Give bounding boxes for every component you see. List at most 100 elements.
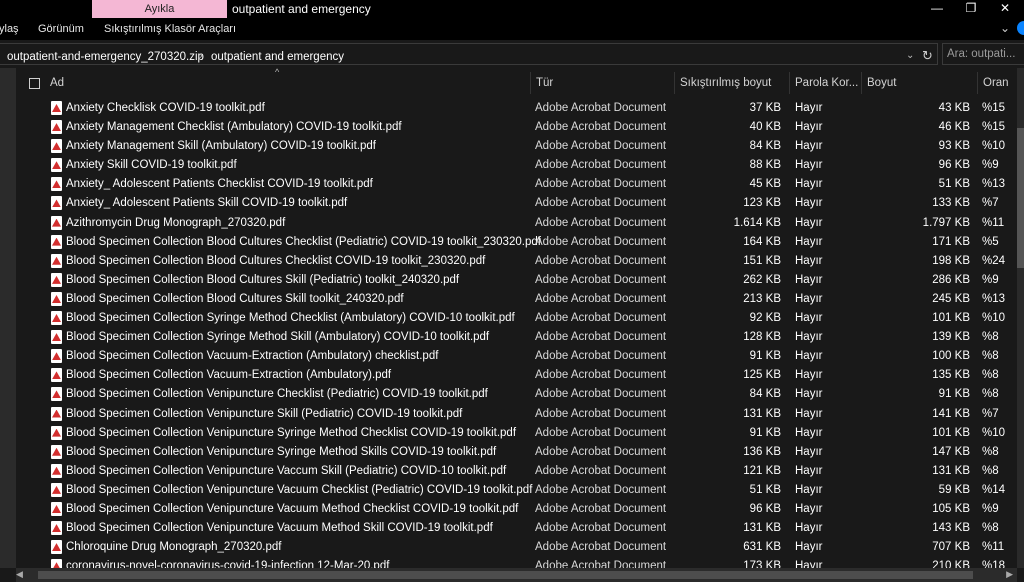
file-size: 1.797 KB	[922, 216, 970, 229]
scroll-right-icon[interactable]: ▶	[1006, 569, 1013, 580]
file-type: Adobe Acrobat Document	[535, 464, 667, 477]
table-row[interactable]: Blood Specimen Collection Blood Cultures…	[16, 290, 1017, 309]
file-type: Adobe Acrobat Document	[535, 216, 667, 229]
table-row[interactable]: Blood Specimen Collection Vacuum-Extract…	[16, 347, 1017, 366]
file-type: Adobe Acrobat Document	[535, 140, 667, 153]
file-name: Blood Specimen Collection Blood Cultures…	[66, 235, 541, 248]
file-ratio: %8	[982, 522, 999, 535]
minimize-icon[interactable]: —	[920, 0, 954, 18]
table-row[interactable]: Blood Specimen Collection Venipuncture V…	[16, 500, 1017, 519]
help-icon[interactable]	[1017, 21, 1024, 35]
address-dropdown-icon[interactable]: ⌄	[906, 50, 914, 61]
file-password-protected: Hayır	[795, 445, 823, 458]
tab-view[interactable]: Görünüm	[38, 22, 84, 36]
pdf-file-icon	[51, 120, 62, 135]
file-type: Adobe Acrobat Document	[535, 522, 667, 535]
file-size: 100 KB	[932, 350, 970, 363]
table-row[interactable]: Blood Specimen Collection Blood Cultures…	[16, 233, 1017, 252]
column-header-name[interactable]: Ad	[45, 72, 529, 94]
table-row[interactable]: Anxiety_ Adolescent Patients Checklist C…	[16, 175, 1017, 194]
file-password-protected: Hayır	[795, 407, 823, 420]
table-row[interactable]: Anxiety Checklisk COVID-19 toolkit.pdf Ad…	[16, 99, 1017, 118]
window-title: outpatient and emergency	[232, 2, 371, 16]
table-row[interactable]: Azithromycin Drug Monograph_270320.pdf Ad…	[16, 214, 1017, 233]
file-compressed-size: 1.614 KB	[733, 216, 781, 229]
file-size: 43 KB	[938, 102, 970, 114]
table-row[interactable]: Blood Specimen Collection Venipuncture S…	[16, 405, 1017, 424]
tab-compressed-folder-tools[interactable]: Sıkıştırılmış Klasör Araçları	[104, 22, 236, 36]
file-name: Blood Specimen Collection Blood Cultures…	[66, 273, 460, 286]
tab-share[interactable]: ylaş	[0, 22, 19, 36]
ribbon-tabs: ylaş Görünüm Sıkıştırılmış Klasör Araçla…	[0, 18, 1024, 40]
table-row[interactable]: Blood Specimen Collection Syringe Method…	[16, 328, 1017, 347]
table-row[interactable]: Anxiety Management Skill (Ambulatory) CO…	[16, 137, 1017, 156]
refresh-icon[interactable]: ↻	[922, 48, 933, 64]
column-header-password[interactable]: Parola Kor...	[789, 72, 861, 94]
table-row[interactable]: Blood Specimen Collection Blood Cultures…	[16, 271, 1017, 290]
table-row[interactable]: Blood Specimen Collection Venipuncture V…	[16, 481, 1017, 500]
file-compressed-size: 121 KB	[743, 464, 781, 477]
file-password-protected: Hayır	[795, 426, 823, 439]
table-row[interactable]: Blood Specimen Collection Venipuncture C…	[16, 385, 1017, 404]
file-ratio: %24	[982, 254, 1006, 267]
column-header-compressed-size[interactable]: Sıkıştırılmış boyut	[674, 72, 789, 94]
table-row[interactable]: Blood Specimen Collection Venipuncture S…	[16, 443, 1017, 462]
file-ratio: %14	[982, 483, 1006, 496]
table-row[interactable]: Anxiety_ Adolescent Patients Skill COVID…	[16, 194, 1017, 213]
table-row[interactable]: Blood Specimen Collection Venipuncture S…	[16, 424, 1017, 443]
breadcrumb-zip[interactable]: outpatient-and-emergency_270320.zip	[7, 50, 204, 64]
table-row[interactable]: Blood Specimen Collection Vacuum-Extract…	[16, 366, 1017, 385]
tab-extract-context[interactable]: Ayıkla	[92, 0, 227, 18]
scroll-left-icon[interactable]: ◀	[16, 569, 23, 580]
column-header-type[interactable]: Tür	[530, 72, 674, 94]
search-box[interactable]	[942, 43, 1024, 65]
ribbon-expand-icon[interactable]: ⌄	[1000, 21, 1010, 35]
file-compressed-size: 164 KB	[743, 235, 781, 248]
file-compressed-size: 84 KB	[749, 388, 781, 401]
file-password-protected: Hayır	[795, 522, 823, 535]
pdf-file-icon	[51, 349, 62, 364]
horizontal-scrollbar[interactable]: ◀ ▶	[16, 568, 1017, 582]
file-password-protected: Hayır	[795, 541, 823, 554]
vertical-scrollbar[interactable]	[1017, 68, 1024, 568]
file-size: 101 KB	[932, 312, 970, 325]
file-ratio: %5	[982, 235, 999, 248]
address-bar[interactable]: outpatient-and-emergency_270320.zip › ou…	[0, 43, 938, 65]
file-ratio: %13	[982, 292, 1006, 305]
vertical-scroll-thumb[interactable]	[1017, 128, 1024, 268]
file-password-protected: Hayır	[795, 350, 823, 363]
file-type: Adobe Acrobat Document	[535, 541, 667, 554]
horizontal-scroll-thumb[interactable]	[38, 571, 973, 579]
file-password-protected: Hayır	[795, 292, 823, 305]
file-password-protected: Hayır	[795, 369, 823, 382]
breadcrumb-separator-icon[interactable]: ›	[199, 50, 203, 62]
restore-icon[interactable]: ❐	[954, 0, 988, 18]
file-name: Blood Specimen Collection Venipuncture V…	[66, 522, 493, 535]
file-type: Adobe Acrobat Document	[535, 426, 667, 439]
address-row: outpatient-and-emergency_270320.zip › ou…	[0, 40, 1024, 68]
file-compressed-size: 213 KB	[743, 292, 781, 305]
table-row[interactable]: Chloroquine Drug Monograph_270320.pdf Ado…	[16, 538, 1017, 557]
table-row[interactable]: Blood Specimen Collection Syringe Method…	[16, 309, 1017, 328]
breadcrumb-folder[interactable]: outpatient and emergency	[211, 50, 344, 64]
select-all-checkbox[interactable]	[29, 78, 40, 89]
table-row[interactable]: Blood Specimen Collection Venipuncture V…	[16, 519, 1017, 538]
file-compressed-size: 131 KB	[743, 522, 781, 535]
table-row[interactable]: Anxiety Skill COVID-19 toolkit.pdf Adobe …	[16, 156, 1017, 175]
file-type: Adobe Acrobat Document	[535, 445, 667, 458]
column-header-size[interactable]: Boyut	[861, 72, 977, 94]
search-input[interactable]	[943, 44, 1024, 64]
table-row[interactable]: Blood Specimen Collection Blood Cultures…	[16, 252, 1017, 271]
pdf-file-icon	[51, 387, 62, 402]
pdf-file-icon	[51, 234, 62, 249]
file-name: Blood Specimen Collection Vacuum-Extract…	[66, 369, 392, 382]
column-header-ratio[interactable]: Oran	[977, 72, 1017, 94]
file-name: Anxiety Checklisk COVID-19 toolkit.pdf	[66, 102, 265, 114]
file-size: 101 KB	[932, 426, 970, 439]
file-type: Adobe Acrobat Document	[535, 369, 667, 382]
file-password-protected: Hayır	[795, 312, 823, 325]
table-row[interactable]: Blood Specimen Collection Venipuncture V…	[16, 462, 1017, 481]
close-icon[interactable]: ✕	[988, 0, 1022, 18]
table-row[interactable]: Anxiety Management Checklist (Ambulatory…	[16, 118, 1017, 137]
file-type: Adobe Acrobat Document	[535, 121, 667, 134]
